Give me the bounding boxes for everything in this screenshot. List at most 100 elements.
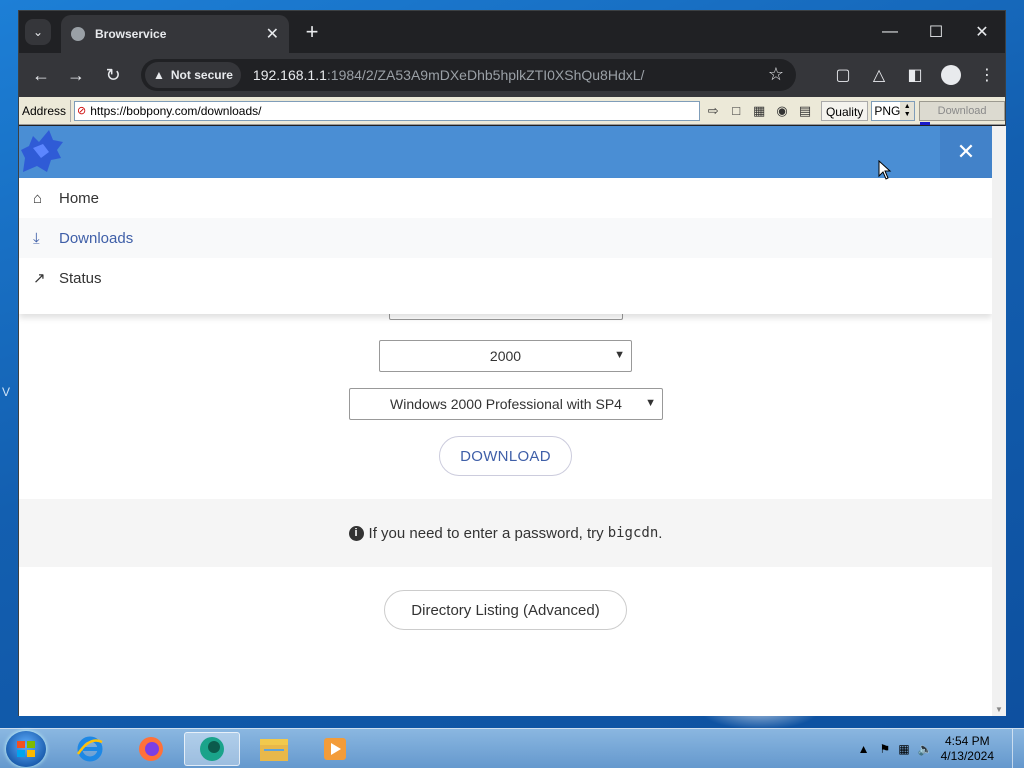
omnibox-url: 192.168.1.1:1984/2/ZA53A9mDXeDhb5hplkZTI… [253,67,644,83]
forward-button[interactable]: → [64,63,88,87]
url-host: 192.168.1.1 [252,67,327,83]
clock-time: 4:54 PM [944,734,990,748]
system-tray: ▲ ⚑ ▦ 🔈 4:54 PM 4/13/2024 [858,729,1024,768]
download-progress-bar [920,121,931,125]
directory-listing-button[interactable]: Directory Listing (Advanced) [384,590,627,630]
quality-value: PNG [874,103,901,118]
clipboard-icon[interactable]: ▤ [795,101,815,121]
desktop-icon-edge: V [2,385,11,399]
show-hidden-icons-icon[interactable]: ▲ [858,742,870,756]
show-desktop-button[interactable] [1012,729,1024,768]
clock-date: 4/13/2024 [940,749,994,763]
bobpony-logo-icon [21,130,63,172]
nav-item-home-label: Home [59,189,100,207]
version-select[interactable]: 2000 ▼ [379,340,632,372]
password-code: bigcdn [607,525,659,541]
quality-select[interactable]: PNG ▲ ▼ [871,100,916,121]
security-label: Not secure [170,68,233,82]
warning-icon: ▲ [153,68,165,82]
windows-logo-icon [17,741,35,757]
address-value: https://bobpony.com/downloads/ [90,103,262,118]
home-icon: ⌂ [33,189,43,207]
go-arrow-icon[interactable]: ⇨ [703,101,723,121]
address-label: Address [19,99,72,122]
globe-icon [71,27,85,41]
download-icon: ⤓ [33,229,40,247]
download-button-disabled[interactable]: Download [919,100,1005,125]
quality-label: Quality [820,100,869,121]
media-player-icon [324,738,346,760]
download-button[interactable]: DOWNLOAD [439,436,572,476]
reload-button[interactable]: ↻ [101,63,125,87]
taskbar-media-player[interactable] [307,732,363,766]
save-page-icon[interactable]: ▦ [749,101,769,121]
nav-item-status[interactable]: ↗ Status [19,258,992,298]
action-center-flag-icon[interactable]: ⚑ [880,742,891,756]
internet-explorer-icon [76,736,103,762]
bookmark-star-icon[interactable]: ☆ [768,64,784,85]
url-path: :1984/2/ZA53A9mDXeDhb5hplkZTI0XShQu8HdxL… [326,67,645,83]
close-tab-icon[interactable]: ✕ [266,24,279,44]
info-notice: i If you need to enter a password, try b… [19,499,992,567]
trending-icon: ↗ [33,270,46,287]
toolbar-right-actions: ▢ △ ◧ ⋮ [825,63,1005,87]
edition-select[interactable]: Windows 2000 Professional with SP4 ▼ [349,388,663,420]
window-controls: — ☐ ✕ [867,11,1005,53]
browser-toolbar: ← → ↻ ▲ Not secure 192.168.1.1:1984/2/ZA… [19,53,1005,97]
page-scrollbar[interactable]: ▼ [992,126,1006,716]
taskbar-ie[interactable] [62,732,118,766]
new-tab-button[interactable]: + [299,19,325,45]
browser-window: ⌄ Browservice ✕ + — ☐ ✕ ← → ↻ ▲ Not secu… [18,10,1006,716]
info-text: If you need to enter a password, try [368,524,604,542]
nav-item-downloads-label: Downloads [59,229,134,247]
tab-title: Browservice [95,27,167,41]
chevron-down-icon: ▼ [645,397,656,409]
taskbar-explorer[interactable] [246,732,302,766]
menu-kebab-icon[interactable]: ⋮ [969,63,1005,87]
retro-address-bar: Address ⊘ https://bobpony.com/downloads/… [19,97,1005,125]
find-icon[interactable]: ◉ [772,101,792,121]
close-window-button[interactable]: ✕ [959,11,1005,53]
labs-icon[interactable]: △ [861,63,897,87]
start-button[interactable] [6,731,46,767]
taskbar-browservice[interactable] [184,732,240,766]
minimize-button[interactable]: — [867,11,913,53]
profile-button[interactable] [933,63,969,87]
info-period: . [658,524,663,542]
version-select-value: 2000 [489,348,522,364]
bookmark-icon[interactable]: □ [726,101,746,121]
firefox-icon [139,737,163,761]
nav-item-status-label: Status [59,269,102,287]
security-indicator[interactable]: ▲ Not secure [145,62,241,88]
chevron-down-icon: ⌄ [32,25,44,39]
tab-browservice[interactable]: Browservice ✕ [61,15,289,53]
avatar-icon [941,65,961,85]
info-icon: i [348,525,364,541]
chevron-down-icon: ▼ [614,349,625,361]
taskbar-firefox[interactable] [123,732,179,766]
nav-item-downloads[interactable]: ⤓ Downloads [19,218,992,258]
back-button[interactable]: ← [29,63,53,87]
clock[interactable]: 4:54 PM 4/13/2024 [941,734,994,764]
side-panel-icon[interactable]: ◧ [897,63,933,87]
web-page: ✕ ⌂ Home ⤓ Downloads ↗ Status 2000 ▼ Win… [19,126,992,716]
tab-strip: ⌄ Browservice ✕ + — ☐ ✕ [19,11,1005,53]
site-header: ✕ [19,126,992,178]
nav-menu: ⌂ Home ⤓ Downloads ↗ Status [19,178,992,314]
menu-close-button[interactable]: ✕ [940,126,992,178]
download-label: Download [937,104,987,117]
tab-search-button[interactable]: ⌄ [25,19,51,45]
maximize-button[interactable]: ☐ [913,11,959,53]
nav-item-home[interactable]: ⌂ Home [19,178,992,218]
volume-muted-icon[interactable]: 🔈 [918,742,933,756]
edition-select-value: Windows 2000 Professional with SP4 [390,396,622,412]
spinner-arrows-icon[interactable]: ▲ ▼ [900,101,915,120]
mouse-cursor-icon [878,160,892,180]
browservice-icon [200,737,224,761]
no-secure-icon: ⊘ [77,105,87,117]
omnibox[interactable]: ▲ Not secure 192.168.1.1:1984/2/ZA53A9mD… [141,59,796,91]
extensions-icon[interactable]: ▢ [825,63,861,87]
scroll-down-icon[interactable]: ▼ [995,705,1003,714]
address-input[interactable]: ⊘ https://bobpony.com/downloads/ [74,100,701,121]
network-icon[interactable]: ▦ [898,742,909,756]
